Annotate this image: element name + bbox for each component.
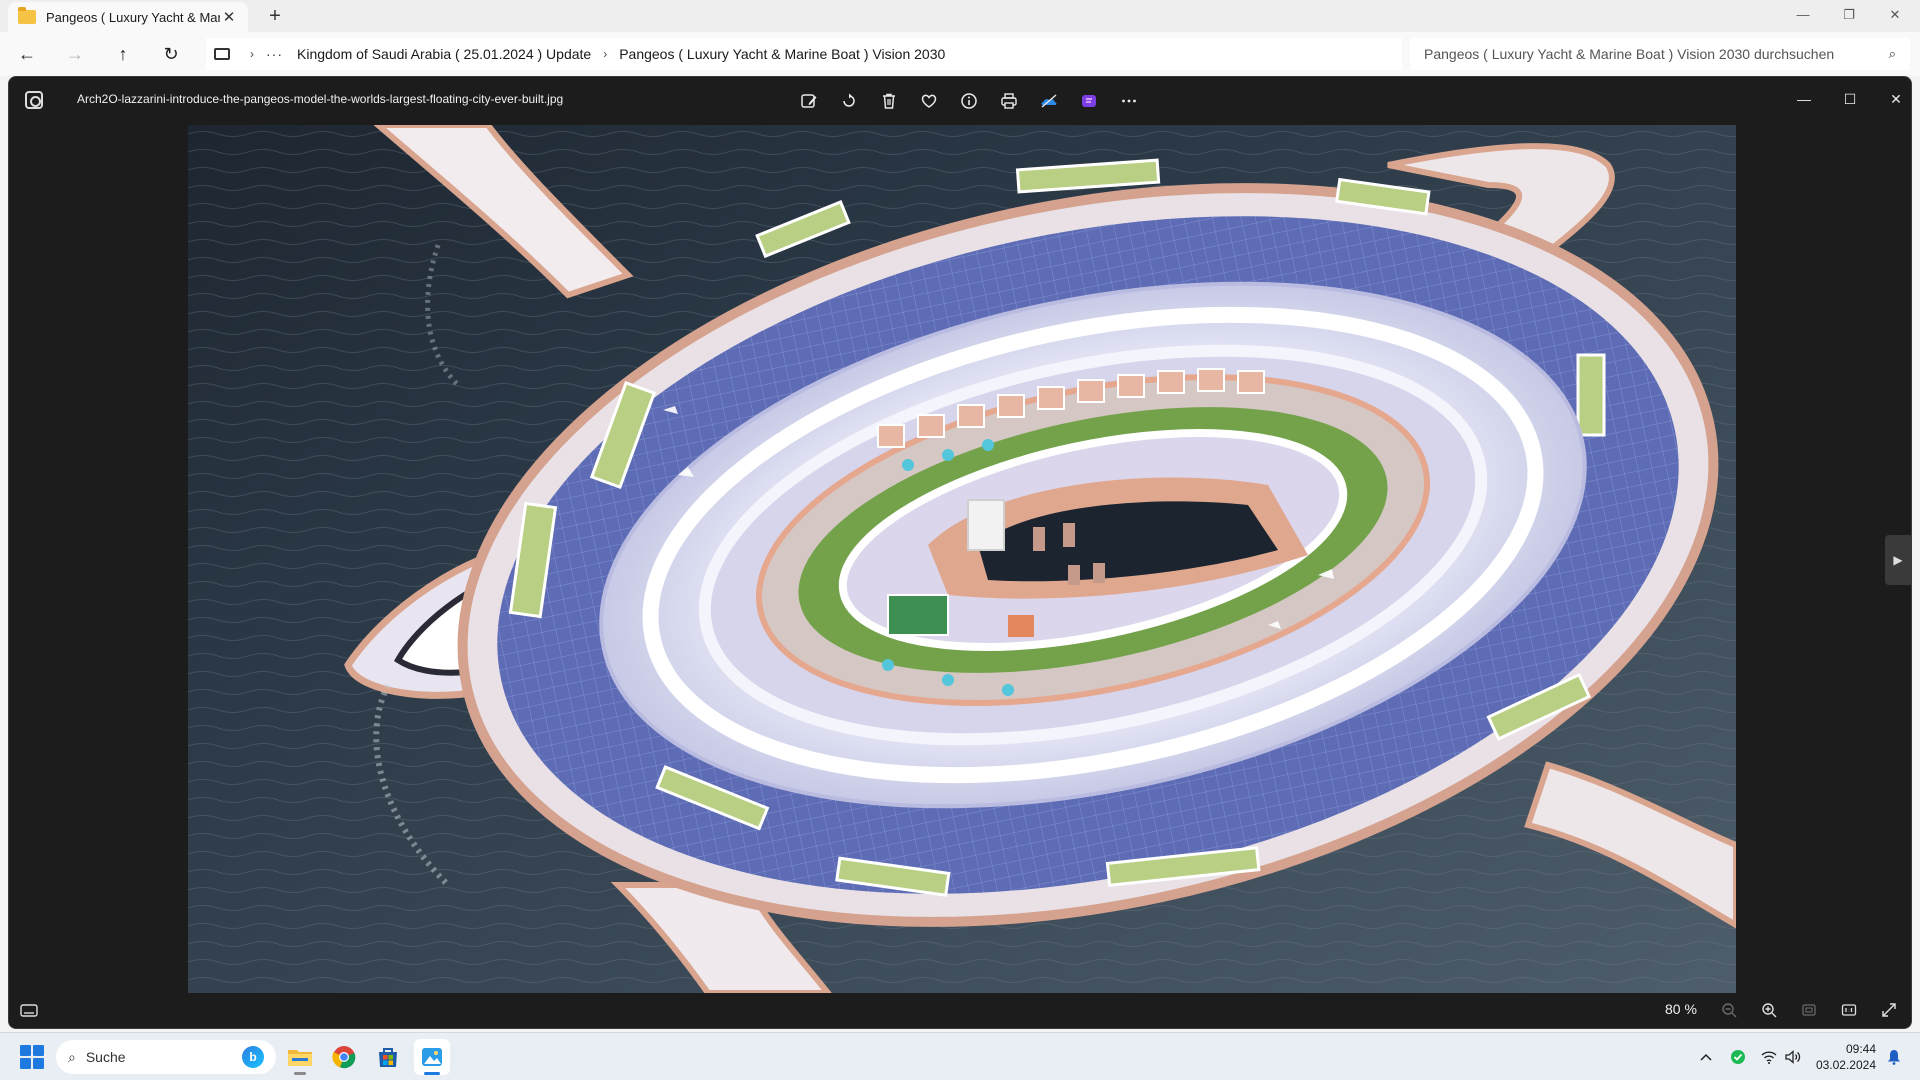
taskbar-clock[interactable]: 09:44 03.02.2024 xyxy=(1806,1041,1876,1073)
viewer-maximize-icon[interactable]: ☐ xyxy=(1827,85,1873,113)
security-check-icon[interactable] xyxy=(1730,1047,1746,1067)
chrome-taskbar-icon[interactable] xyxy=(326,1039,362,1075)
info-icon[interactable] xyxy=(949,87,989,115)
rotate-icon[interactable] xyxy=(829,87,869,115)
photos-viewer-window: Arch2O-lazzarini-introduce-the-pangeos-m… xyxy=(8,76,1912,1029)
next-image-button[interactable]: ▶ xyxy=(1885,535,1911,585)
more-options-icon[interactable] xyxy=(1109,87,1149,115)
zoom-in-icon[interactable] xyxy=(1756,999,1782,1021)
filmstrip-icon[interactable] xyxy=(19,1000,39,1020)
refresh-icon[interactable]: ↻ xyxy=(156,40,186,68)
explorer-tab[interactable]: Pangeos ( Luxury Yacht & Mari ✕ xyxy=(8,2,248,32)
onedrive-icon[interactable] xyxy=(1029,87,1069,115)
minimize-icon[interactable]: — xyxy=(1780,0,1826,30)
new-tab-button[interactable]: + xyxy=(262,4,288,28)
print-icon[interactable] xyxy=(989,87,1029,115)
taskbar-search-box[interactable]: ⌕ Suche b xyxy=(56,1040,276,1074)
favorite-heart-icon[interactable] xyxy=(909,87,949,115)
breadcrumb-overflow-button[interactable]: ··· xyxy=(266,46,283,62)
file-name: Arch2O-lazzarini-introduce-the-pangeos-m… xyxy=(77,92,564,106)
viewer-minimize-icon[interactable]: — xyxy=(1781,85,1827,113)
floating-city-photo xyxy=(188,125,1736,993)
tab-title: Pangeos ( Luxury Yacht & Mari xyxy=(46,9,220,25)
microsoft-store-taskbar-icon[interactable] xyxy=(370,1039,406,1075)
notification-bell-icon[interactable] xyxy=(1886,1047,1902,1067)
viewer-toolbar xyxy=(789,87,1149,115)
delete-icon[interactable] xyxy=(869,87,909,115)
breadcrumb-item-current[interactable]: Pangeos ( Luxury Yacht & Marine Boat ) V… xyxy=(619,46,945,62)
viewer-close-icon[interactable]: ✕ xyxy=(1873,85,1911,113)
computer-icon[interactable] xyxy=(214,48,230,60)
zoom-level[interactable]: 80 % xyxy=(1665,1001,1697,1017)
fit-to-window-icon[interactable] xyxy=(1796,999,1822,1021)
clock-date: 03.02.2024 xyxy=(1815,1058,1876,1072)
edit-image-icon[interactable] xyxy=(789,87,829,115)
chevron-right-icon[interactable]: › xyxy=(250,47,254,61)
photos-taskbar-icon[interactable] xyxy=(414,1039,450,1075)
zoom-out-icon[interactable] xyxy=(1716,999,1742,1021)
fullscreen-icon[interactable] xyxy=(1876,999,1902,1021)
explorer-address-bar: ← → ↑ ↻ › ··· Kingdom of Saudi Arabia ( … xyxy=(0,32,1920,76)
viewer-footer: 80 % xyxy=(9,991,1911,1028)
restore-icon[interactable]: ❐ xyxy=(1826,0,1872,30)
explorer-tab-bar: Pangeos ( Luxury Yacht & Mari ✕ + — ❐ ✕ xyxy=(0,0,1920,32)
back-arrow-icon[interactable]: ← xyxy=(12,40,42,68)
tab-close-icon[interactable]: ✕ xyxy=(220,8,238,26)
taskbar-search-label: Suche xyxy=(85,1049,126,1065)
chevron-up-icon[interactable] xyxy=(1698,1047,1714,1067)
clock-time: 09:44 xyxy=(1845,1042,1876,1056)
image-canvas[interactable]: ▶ xyxy=(9,125,1911,993)
chevron-right-icon[interactable]: › xyxy=(603,47,607,61)
breadcrumb-item[interactable]: Kingdom of Saudi Arabia ( 25.01.2024 ) U… xyxy=(297,46,591,62)
actual-size-icon[interactable] xyxy=(1836,999,1862,1021)
forward-arrow-icon[interactable]: → xyxy=(60,40,90,68)
wifi-icon[interactable] xyxy=(1760,1047,1778,1067)
up-arrow-icon[interactable]: ↑ xyxy=(108,40,138,68)
photos-app-icon[interactable] xyxy=(25,91,43,109)
taskbar: ⌕ Suche b 09:44 03.02.2024 xyxy=(0,1032,1920,1080)
viewer-title-bar: Arch2O-lazzarini-introduce-the-pangeos-m… xyxy=(9,77,1911,125)
bing-icon[interactable]: b xyxy=(242,1046,264,1068)
breadcrumb[interactable]: › ··· Kingdom of Saudi Arabia ( 25.01.20… xyxy=(206,38,1402,70)
windows-start-icon[interactable] xyxy=(20,1045,44,1069)
search-placeholder: Pangeos ( Luxury Yacht & Marine Boat ) V… xyxy=(1424,46,1835,62)
folder-search-input[interactable]: Pangeos ( Luxury Yacht & Marine Boat ) V… xyxy=(1410,38,1910,70)
volume-icon[interactable] xyxy=(1784,1047,1802,1067)
search-icon: ⌕ xyxy=(68,1048,76,1065)
clipchamp-icon[interactable] xyxy=(1069,87,1109,115)
close-icon[interactable]: ✕ xyxy=(1872,0,1918,30)
file-explorer-taskbar-icon[interactable] xyxy=(282,1039,318,1075)
search-icon[interactable]: ⌕ xyxy=(1889,46,1896,62)
folder-icon xyxy=(18,7,36,24)
